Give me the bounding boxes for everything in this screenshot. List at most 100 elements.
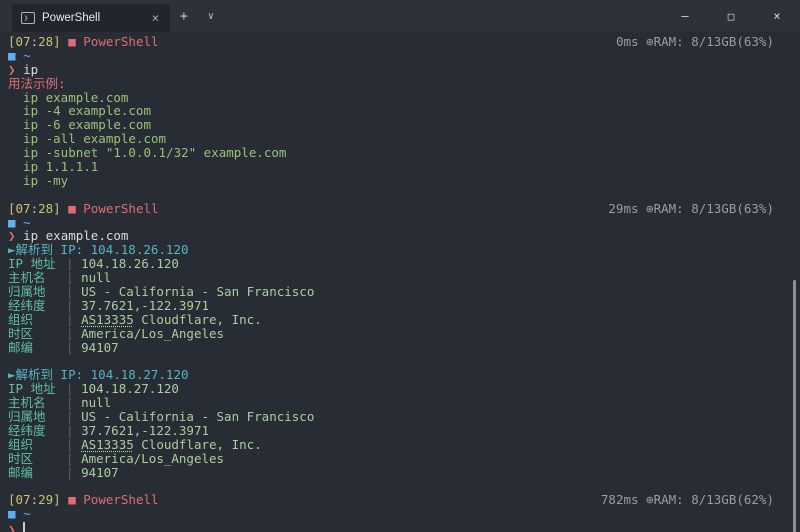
folder-icon: ■ [8,48,23,63]
text-segment: 组织 [8,438,66,452]
window-controls: — □ × [662,0,800,32]
folder-icon: ■ [8,506,23,521]
ram-icon: ⊕ [646,492,654,507]
text-cursor [23,522,25,532]
text-segment: AS13335 [81,312,134,327]
text-segment: 29ms [608,201,646,216]
line-left: IP 地址| 104.18.26.120 [8,257,179,271]
text-segment: | [66,381,81,396]
tab-dropdown-button[interactable]: ∨ [198,11,224,22]
text-segment: America/Los_Angeles [81,451,224,466]
text-segment: ~ [23,48,31,63]
powershell-icon: ❯ [21,12,35,24]
minimize-button[interactable]: — [662,0,708,32]
new-tab-button[interactable]: + [170,9,198,24]
line-left: 邮编| 94107 [8,341,119,355]
result-arrow-icon: ► [8,367,16,382]
text-segment: 时区 [8,327,66,341]
text-segment: ip -all example.com [8,131,166,146]
line-left: 组织| AS13335 Cloudflare, Inc. [8,438,262,452]
text-segment: Cloudflare, Inc. [134,437,262,452]
terminal-line: ►解析到 IP: 104.18.27.120 [8,368,774,382]
terminal-badge-icon: ■ [68,201,83,216]
text-segment: America/Los_Angeles [81,326,224,341]
folder-icon: ■ [8,215,23,230]
close-button[interactable]: × [754,0,800,32]
text-segment: US - California - San Francisco [81,409,314,424]
line-left: ip -all example.com [8,132,166,146]
terminal-line: ip -all example.com [8,132,774,146]
text-segment: | [66,270,81,285]
text-segment: 经纬度 [8,424,66,438]
line-left: IP 地址| 104.18.27.120 [8,382,179,396]
terminal-line: [07:28] ■ PowerShell 29ms ⊕RAM: 8/13GB(63… [8,202,774,216]
text-segment: 时区 [8,452,66,466]
text-segment: [07:28] [8,201,68,216]
text-segment: | [66,256,81,271]
line-left: 主机名| null [8,396,111,410]
line-left: ❯ [8,521,25,532]
terminal-line: ■ ~ [8,507,774,521]
line-left: ►解析到 IP: 104.18.26.120 [8,243,189,257]
text-segment: 解析到 IP: 104.18.27.120 [16,367,189,382]
ram-icon: ⊕ [646,34,654,49]
text-segment: 归属地 [8,410,66,424]
scrollbar-thumb[interactable] [793,280,796,532]
text-segment: | [66,409,81,424]
terminal-line: 组织| AS13335 Cloudflare, Inc. [8,438,774,452]
terminal-line: [07:28] ■ PowerShell0ms ⊕RAM: 8/13GB(63%… [8,35,774,49]
text-segment: | [66,340,81,355]
text-segment: 94107 [81,465,119,480]
terminal-line: ip example.com [8,91,774,105]
terminal-line: IP 地址| 104.18.26.120 [8,257,774,271]
terminal-badge-icon: ■ [68,34,83,49]
tab-powershell[interactable]: ❯ PowerShell × [12,4,170,32]
prompt-chevron-icon: ❯ [8,522,23,532]
line-left: ip -6 example.com [8,118,151,132]
line-left: 时区| America/Los_Angeles [8,327,224,341]
line-left: ■ ~ [8,507,31,521]
line-left: ■ ~ [8,216,31,230]
terminal-line: 用法示例: [8,77,774,91]
line-left: [07:28] ■ PowerShell [8,202,159,216]
tab-close-icon[interactable]: × [150,11,161,25]
text-segment: | [66,395,81,410]
text-segment: ~ [23,506,31,521]
text-segment: 用法示例: [8,76,66,91]
terminal-line: ip -6 example.com [8,118,774,132]
line-left: 归属地| US - California - San Francisco [8,410,314,424]
terminal-line: ip -my [8,174,774,188]
line-left: ■ ~ [8,49,31,63]
terminal-line: 经纬度| 37.7621,-122.3971 [8,424,774,438]
text-segment: null [81,270,111,285]
terminal-line: ►解析到 IP: 104.18.26.120 [8,243,774,257]
text-segment: US - California - San Francisco [81,284,314,299]
line-left: ip 1.1.1.1 [8,160,98,174]
line-left: [07:28] ■ PowerShell [8,35,159,49]
text-segment: 94107 [81,340,119,355]
text-segment: ip example.com [8,90,128,105]
tab-title: PowerShell [42,12,143,24]
terminal-line: ❯ ip [8,63,774,77]
text-segment: | [66,326,81,341]
text-segment: IP 地址 [8,257,66,271]
terminal-line: 归属地| US - California - San Francisco [8,285,774,299]
text-segment: 主机名 [8,271,66,285]
text-segment: ip example.com [23,228,128,243]
terminal-line: ■ ~ [8,49,774,63]
terminal-body[interactable]: [07:28] ■ PowerShell0ms ⊕RAM: 8/13GB(63%… [0,32,800,532]
ram-icon: ⊕ [646,201,654,216]
line-left: ip example.com [8,91,128,105]
text-segment: IP 地址 [8,382,66,396]
line-status: 29ms ⊕RAM: 8/13GB(63%) [608,202,774,216]
text-segment: PowerShell [83,34,158,49]
text-segment: 782ms [601,492,646,507]
terminal-line: 主机名| null [8,396,774,410]
maximize-button[interactable]: □ [708,0,754,32]
terminal-line: 归属地| US - California - San Francisco [8,410,774,424]
terminal-line [8,480,774,494]
text-segment: ip [23,62,38,77]
line-left: 经纬度| 37.7621,-122.3971 [8,424,209,438]
terminal-line: 主机名| null [8,271,774,285]
terminal-line: ■ ~ [8,216,774,230]
